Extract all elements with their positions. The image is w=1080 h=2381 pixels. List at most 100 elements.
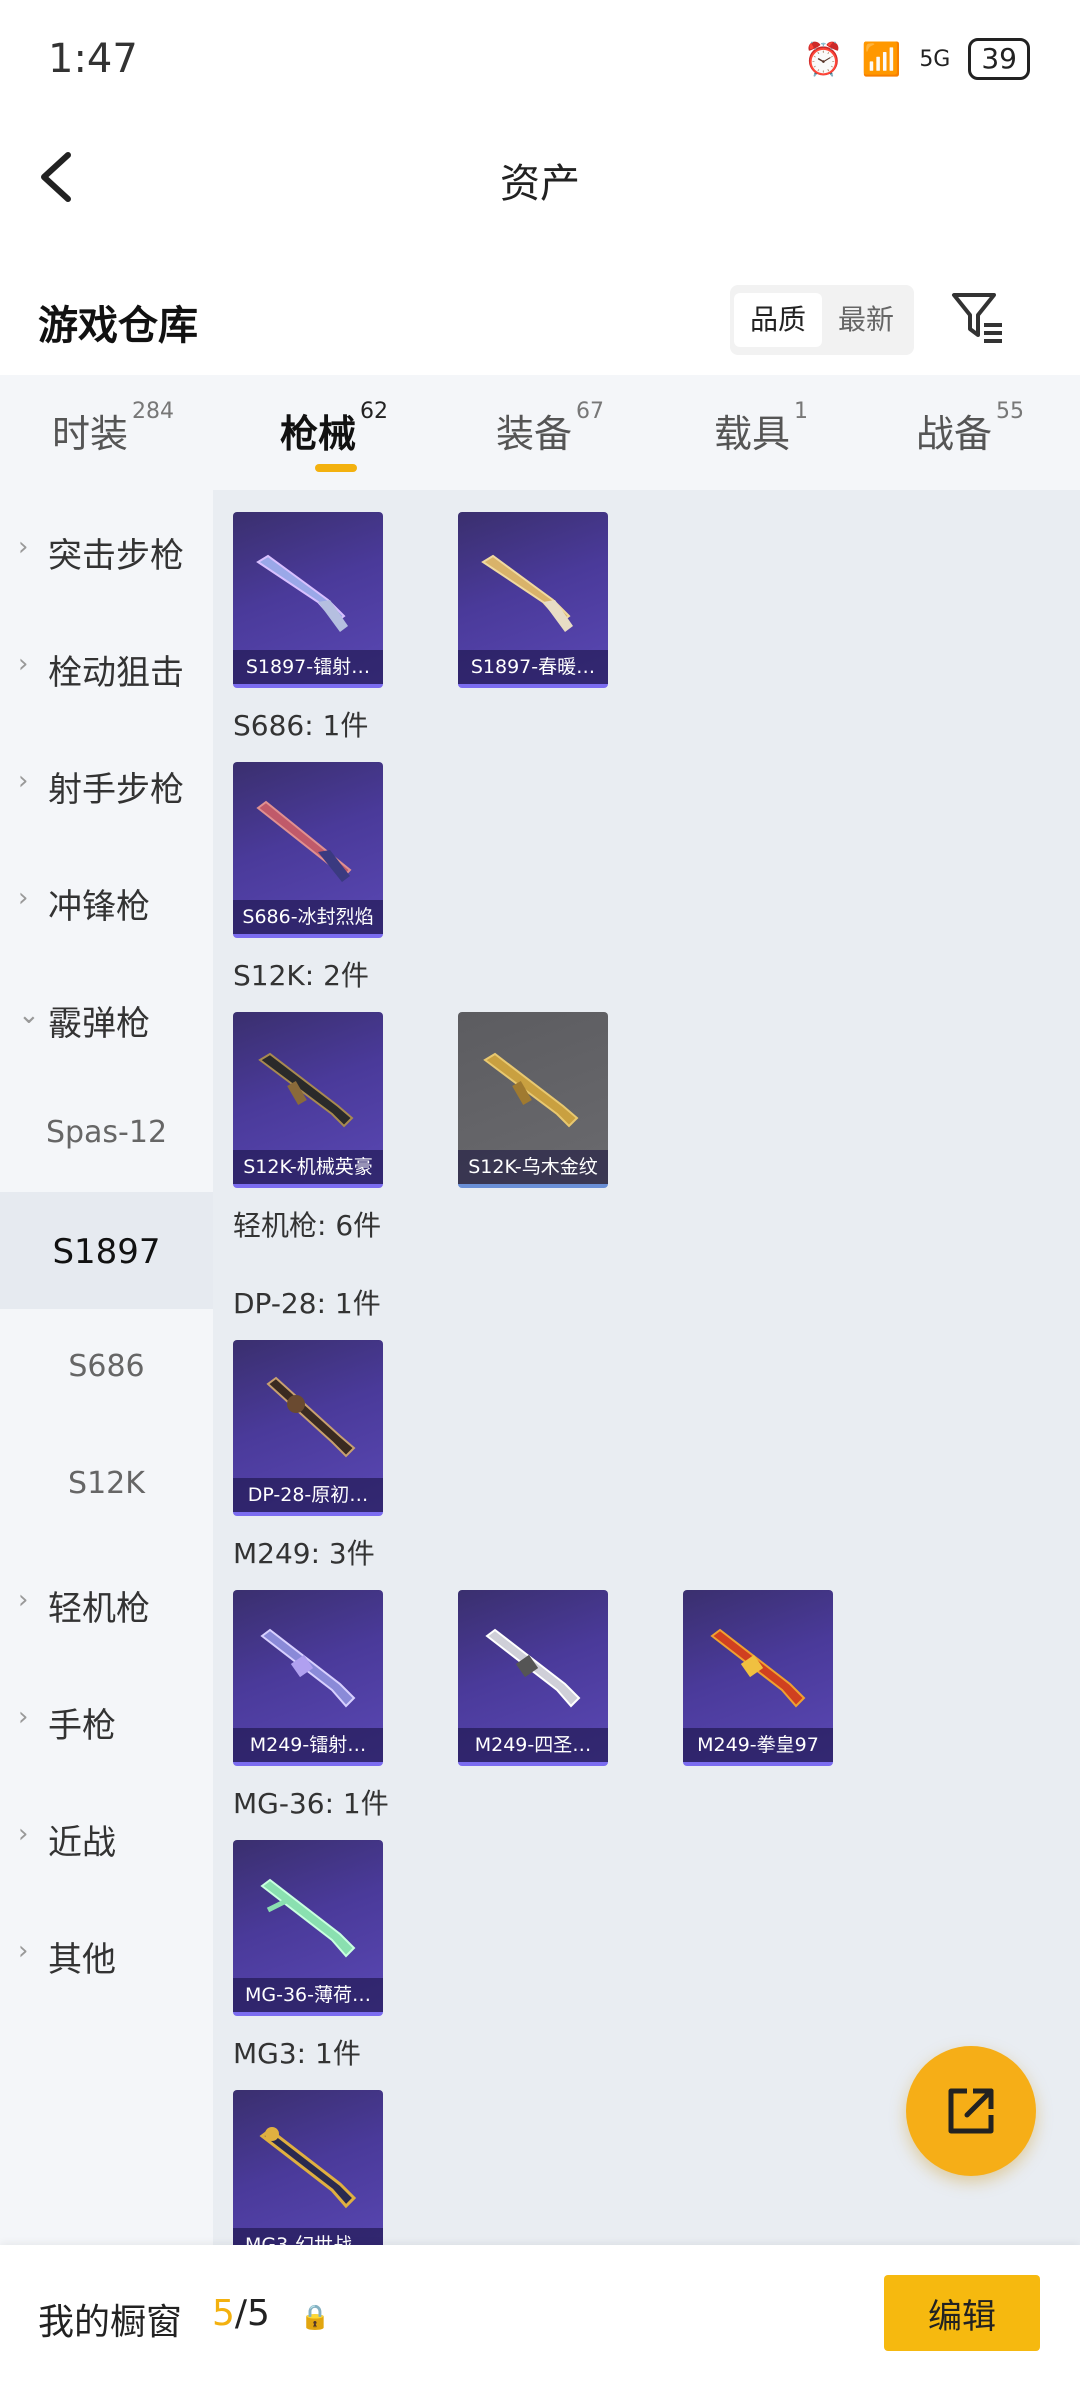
sidebar-sub-label: Spas-12	[45, 1115, 168, 1150]
group-label: MG3: 1件	[233, 2037, 361, 2070]
item-name: M249-四圣…	[458, 1728, 608, 1762]
bottom-bar: 我的橱窗 5/5 🔒 编辑	[0, 2245, 1080, 2381]
item-name: MG-36-薄荷…	[233, 1978, 383, 2012]
battery-icon: 39	[968, 38, 1030, 80]
section-header: 游戏仓库 品质 最新	[0, 265, 1080, 375]
group-label: MG-36: 1件	[233, 1787, 389, 1820]
chevron-right-icon: ›	[18, 883, 29, 913]
sidebar-item-shotgun[interactable]: ⌄ 霰弹枪	[0, 958, 213, 1075]
tab-vehicles[interactable]: 载具1	[714, 399, 808, 458]
sidebar-item-other[interactable]: › 其他	[0, 1894, 213, 2011]
sidebar-item-label: 手枪	[48, 1706, 116, 1746]
status-icons: ⏰ 📶 5G 39	[804, 38, 1030, 80]
weapon-icon	[260, 1878, 356, 1958]
group-label: M249: 3件	[233, 1537, 375, 1570]
item-card[interactable]: S686-冰封烈焰	[233, 762, 383, 938]
tab-fashion[interactable]: 时装284	[52, 399, 174, 458]
sidebar-item-label: 轻机枪	[48, 1589, 150, 1629]
sort-quality-button[interactable]: 品质	[734, 293, 823, 347]
sidebar-item-melee[interactable]: › 近战	[0, 1777, 213, 1894]
tab-supplies[interactable]: 战备55	[916, 399, 1024, 458]
item-name: MG3-幻世战…	[233, 2228, 383, 2245]
item-card[interactable]: MG-36-薄荷…	[233, 1840, 383, 2016]
sort-latest-button[interactable]: 最新	[822, 293, 910, 347]
external-link-icon	[948, 2088, 994, 2134]
item-name: S12K-机械英豪	[233, 1150, 383, 1184]
status-bar: 1:47 ⏰ 📶 5G 39	[0, 0, 1080, 125]
chevron-down-icon: ⌄	[18, 1000, 40, 1030]
sidebar-item-label: 其他	[48, 1940, 116, 1980]
sidebar-sub-label: S12K	[68, 1466, 145, 1501]
sidebar-sub-label: S1897	[52, 1232, 161, 1272]
filter-icon[interactable]	[950, 289, 1006, 345]
sidebar-item-label: 射手步枪	[48, 770, 184, 810]
sidebar-item-label: 突击步枪	[48, 536, 184, 576]
sidebar-sub-s1897[interactable]: S1897	[0, 1192, 213, 1309]
sidebar-sub-s12k[interactable]: S12K	[0, 1426, 213, 1543]
weapon-icon	[259, 2127, 357, 2209]
page-title: 资产	[500, 161, 580, 207]
section-title: 游戏仓库	[38, 303, 198, 349]
item-name: S12K-乌木金纹	[458, 1150, 608, 1184]
item-card[interactable]: DP-28-原初…	[233, 1340, 383, 1516]
chevron-right-icon: ›	[18, 1936, 29, 1966]
weapon-icon	[256, 554, 348, 632]
weapon-icon	[256, 800, 352, 882]
item-card[interactable]: MG3-幻世战…	[233, 2090, 383, 2245]
wifi-icon: 📶	[861, 40, 902, 78]
active-tab-indicator	[315, 464, 357, 472]
group-label: 轻机枪: 6件	[233, 1209, 382, 1242]
tab-equipment[interactable]: 装备67	[496, 399, 604, 458]
weapon-icon	[483, 1052, 579, 1128]
chevron-right-icon: ›	[18, 1819, 29, 1849]
chevron-right-icon: ›	[18, 649, 29, 679]
item-name: S686-冰封烈焰	[233, 900, 383, 934]
item-card[interactable]: M249-拳皇97	[683, 1590, 833, 1766]
sidebar-sub-spas12[interactable]: Spas-12	[0, 1075, 213, 1192]
weapon-icon	[266, 1376, 356, 1458]
share-button[interactable]	[906, 2046, 1036, 2176]
title-bar: 资产	[0, 125, 1080, 235]
group-label: DP-28: 1件	[233, 1287, 381, 1320]
status-time: 1:47	[48, 36, 138, 82]
item-name: S1897-镭射…	[233, 650, 383, 684]
chevron-right-icon: ›	[18, 766, 29, 796]
lock-icon: 🔒	[300, 2303, 330, 2331]
weapon-icon	[485, 1628, 581, 1708]
sidebar-item-label: 冲锋枪	[48, 887, 150, 927]
weapon-icon	[258, 1052, 354, 1128]
sidebar-item-smg[interactable]: › 冲锋枪	[0, 841, 213, 958]
sidebar: › 突击步枪 › 栓动狙击 › 射手步枪 › 冲锋枪 ⌄ 霰弹枪 Spas-12…	[0, 490, 213, 2245]
chevron-right-icon: ›	[18, 1702, 29, 1732]
item-name: M249-拳皇97	[683, 1728, 833, 1762]
tab-firearms[interactable]: 枪械62	[280, 399, 388, 458]
item-name: M249-镭射…	[233, 1728, 383, 1762]
sidebar-item-assault-rifle[interactable]: › 突击步枪	[0, 490, 213, 607]
alarm-icon: ⏰	[803, 40, 844, 78]
item-name: S1897-春暖…	[458, 650, 608, 684]
item-card[interactable]: S12K-机械英豪	[233, 1012, 383, 1188]
showcase-count: 5/5	[212, 2293, 270, 2334]
group-label: S686: 1件	[233, 709, 369, 742]
item-card[interactable]: S1897-镭射…	[233, 512, 383, 688]
sort-toggle: 品质 最新	[730, 285, 915, 355]
sidebar-sub-s686[interactable]: S686	[0, 1309, 213, 1426]
item-card[interactable]: S12K-乌木金纹	[458, 1012, 608, 1188]
item-card[interactable]: S1897-春暖…	[458, 512, 608, 688]
sidebar-item-label: 近战	[48, 1823, 116, 1863]
showcase-label: 我的橱窗	[38, 2302, 183, 2343]
sidebar-sub-label: S686	[68, 1349, 145, 1384]
item-card[interactable]: M249-镭射…	[233, 1590, 383, 1766]
sidebar-item-lmg[interactable]: › 轻机枪	[0, 1543, 213, 1660]
weapon-icon	[481, 554, 573, 632]
item-card[interactable]: M249-四圣…	[458, 1590, 608, 1766]
sidebar-item-pistol[interactable]: › 手枪	[0, 1660, 213, 1777]
chevron-right-icon: ›	[18, 1585, 29, 1615]
item-name: DP-28-原初…	[233, 1478, 383, 1512]
sidebar-item-marksman-rifle[interactable]: › 射手步枪	[0, 724, 213, 841]
sidebar-item-bolt-sniper[interactable]: › 栓动狙击	[0, 607, 213, 724]
weapon-icon	[710, 1628, 806, 1708]
edit-button[interactable]: 编辑	[884, 2275, 1040, 2351]
group-label: S12K: 2件	[233, 959, 369, 992]
network-label: 5G	[919, 46, 951, 72]
